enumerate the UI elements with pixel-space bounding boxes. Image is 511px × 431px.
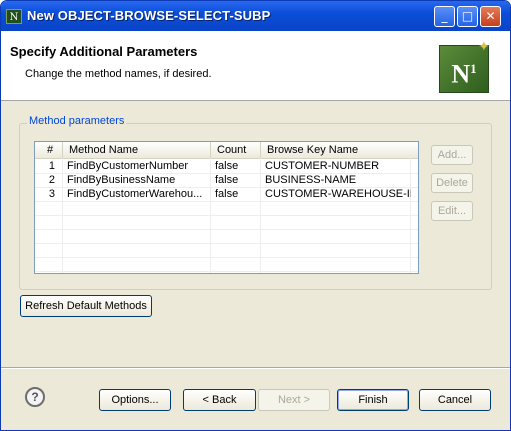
cancel-button[interactable]: Cancel: [419, 389, 491, 411]
add-button[interactable]: Add...: [431, 145, 473, 165]
empty-row: [35, 215, 418, 230]
browse-key-cell[interactable]: BUSINESS-NAME: [261, 173, 411, 187]
help-icon[interactable]: ?: [25, 387, 45, 407]
maximize-button[interactable]: □: [457, 6, 478, 27]
empty-row: [35, 257, 418, 272]
table-row[interactable]: 2 FindByBusinessName false BUSINESS-NAME: [35, 173, 418, 188]
browse-key-cell[interactable]: CUSTOMER-WAREHOUSE-ID: [261, 187, 411, 201]
method-name-cell[interactable]: FindByBusinessName: [63, 173, 211, 187]
window-title: New OBJECT-BROWSE-SELECT-SUBP: [27, 8, 271, 23]
delete-button[interactable]: Delete: [431, 173, 473, 193]
count-cell[interactable]: false: [211, 187, 261, 201]
page-description: Change the method names, if desired.: [25, 68, 212, 80]
column-header-browse-key[interactable]: Browse Key Name: [261, 142, 418, 158]
row-number: 2: [48, 174, 55, 186]
method-name-cell[interactable]: FindByCustomerNumber: [63, 159, 211, 173]
column-header-method-name[interactable]: Method Name: [63, 142, 211, 158]
method-name-cell[interactable]: FindByCustomerWarehou...: [63, 187, 211, 201]
wizard-body: Method parameters # Method Name Count Br…: [1, 101, 510, 367]
next-button[interactable]: Next >: [258, 389, 330, 411]
footer-separator: [1, 367, 510, 369]
logo-star-icon: ✦: [478, 39, 490, 55]
column-header-number[interactable]: #: [35, 142, 63, 158]
logo-letter: N: [451, 59, 471, 89]
row-number: 3: [48, 188, 55, 200]
logo-superscript: 1: [470, 61, 477, 76]
close-button[interactable]: ✕: [480, 6, 501, 27]
browse-key-cell[interactable]: CUSTOMER-NUMBER: [261, 159, 411, 173]
empty-row: [35, 243, 418, 258]
empty-row: [35, 229, 418, 244]
table-row[interactable]: 3 FindByCustomerWarehou... false CUSTOME…: [35, 187, 418, 202]
wizard-header: Specify Additional Parameters Change the…: [1, 31, 510, 101]
title-bar: N New OBJECT-BROWSE-SELECT-SUBP _ □ ✕: [1, 1, 510, 31]
minimize-button[interactable]: _: [434, 6, 455, 27]
options-button[interactable]: Options...: [99, 389, 171, 411]
table-header: # Method Name Count Browse Key Name: [35, 142, 418, 159]
count-cell[interactable]: false: [211, 159, 261, 173]
empty-row: [35, 201, 418, 216]
table-row[interactable]: 1 FindByCustomerNumber false CUSTOMER-NU…: [35, 159, 418, 174]
finish-button[interactable]: Finish: [337, 389, 409, 411]
count-cell[interactable]: false: [211, 173, 261, 187]
row-number: 1: [48, 160, 55, 172]
back-button[interactable]: < Back: [183, 389, 256, 411]
app-icon: N: [6, 9, 22, 24]
page-title: Specify Additional Parameters: [10, 44, 198, 59]
column-header-count[interactable]: Count: [211, 142, 261, 158]
refresh-default-methods-button[interactable]: Refresh Default Methods: [20, 295, 152, 317]
methods-table: # Method Name Count Browse Key Name 1 Fi…: [34, 141, 419, 274]
group-label: Method parameters: [27, 115, 127, 127]
wizard-window: N New OBJECT-BROWSE-SELECT-SUBP _ □ ✕ Sp…: [0, 0, 511, 431]
edit-button[interactable]: Edit...: [431, 201, 473, 221]
